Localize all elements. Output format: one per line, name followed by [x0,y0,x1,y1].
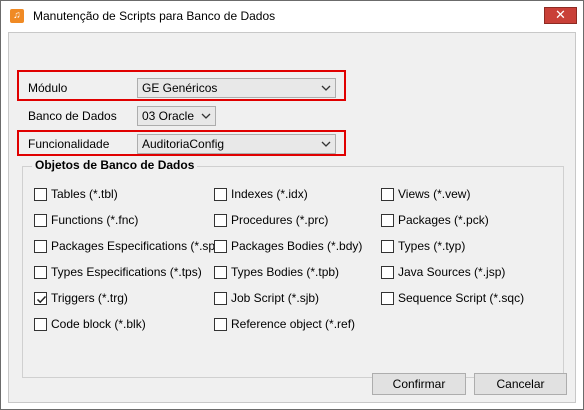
object-type-label: Reference object (*.ref) [231,317,356,331]
chevron-down-icon [201,113,211,119]
checkbox-icon[interactable] [214,214,227,227]
object-type-label: Sequence Script (*.sqc) [398,291,525,305]
object-type-label: Procedures (*.prc) [231,213,329,227]
modulo-label: Módulo [28,81,68,95]
banco-select[interactable]: 03 Oracle [137,106,216,126]
confirmar-button[interactable]: Confirmar [372,373,466,395]
checkbox-icon[interactable] [381,240,394,253]
checkbox-icon[interactable] [34,214,47,227]
objetos-group-title: Objetos de Banco de Dados [32,158,198,172]
object-type-label: Packages (*.pck) [398,213,489,227]
object-type-label: Types Especifications (*.tps) [51,265,202,279]
checkbox-checked-icon[interactable] [34,292,47,305]
modulo-select[interactable]: GE Genéricos [137,78,336,98]
dialog-window: ♫ Manutenção de Scripts para Banco de Da… [0,0,584,410]
checkbox-icon[interactable] [214,266,227,279]
app-logo-icon: ♫ [10,9,24,23]
object-type-label: Indexes (*.idx) [231,187,308,201]
funcionalidade-select[interactable]: AuditoriaConfig [137,134,336,154]
object-type-label: Job Script (*.sjb) [231,291,320,305]
object-type-label: Types Bodies (*.tpb) [231,265,340,279]
object-type-label: Triggers (*.trg) [51,291,128,305]
close-button[interactable]: ✕ [544,7,577,24]
object-type-label: Code block (*.blk) [51,317,146,331]
modulo-value: GE Genéricos [142,81,218,95]
object-type-label: Views (*.vew) [398,187,471,201]
banco-value: 03 Oracle [142,109,195,123]
chevron-down-icon [321,85,331,91]
funcionalidade-value: AuditoriaConfig [142,137,225,151]
checkbox-icon[interactable] [34,266,47,279]
banco-label: Banco de Dados [28,109,117,123]
chevron-down-icon [321,141,331,147]
object-type-label: Java Sources (*.jsp) [398,265,506,279]
dialog-client-area: Módulo GE Genéricos Banco de Dados 03 Or… [8,32,576,403]
checkbox-icon[interactable] [381,214,394,227]
funcionalidade-label: Funcionalidade [28,137,110,151]
object-type-label: Tables (*.tbl) [51,187,118,201]
checkbox-icon[interactable] [34,240,47,253]
object-type-label: Packages Especifications (*.spc) [51,239,226,253]
cancelar-button[interactable]: Cancelar [474,373,567,395]
checkbox-icon[interactable] [214,188,227,201]
checkbox-icon[interactable] [381,292,394,305]
checkbox-icon[interactable] [381,188,394,201]
object-type-label: Functions (*.fnc) [51,213,139,227]
title-bar[interactable]: ♫ Manutenção de Scripts para Banco de Da… [1,1,583,32]
close-icon: ✕ [555,8,566,23]
object-type-label: Types (*.typ) [398,239,466,253]
checkbox-icon[interactable] [214,318,227,331]
checkbox-icon[interactable] [34,188,47,201]
objetos-group: Objetos de Banco de Dados Tables (*.tbl)… [22,158,564,378]
checkbox-icon[interactable] [214,240,227,253]
object-type-label: Packages Bodies (*.bdy) [231,239,363,253]
checkbox-icon[interactable] [34,318,47,331]
checkbox-icon[interactable] [214,292,227,305]
window-title: Manutenção de Scripts para Banco de Dado… [33,9,276,23]
checkbox-icon[interactable] [381,266,394,279]
